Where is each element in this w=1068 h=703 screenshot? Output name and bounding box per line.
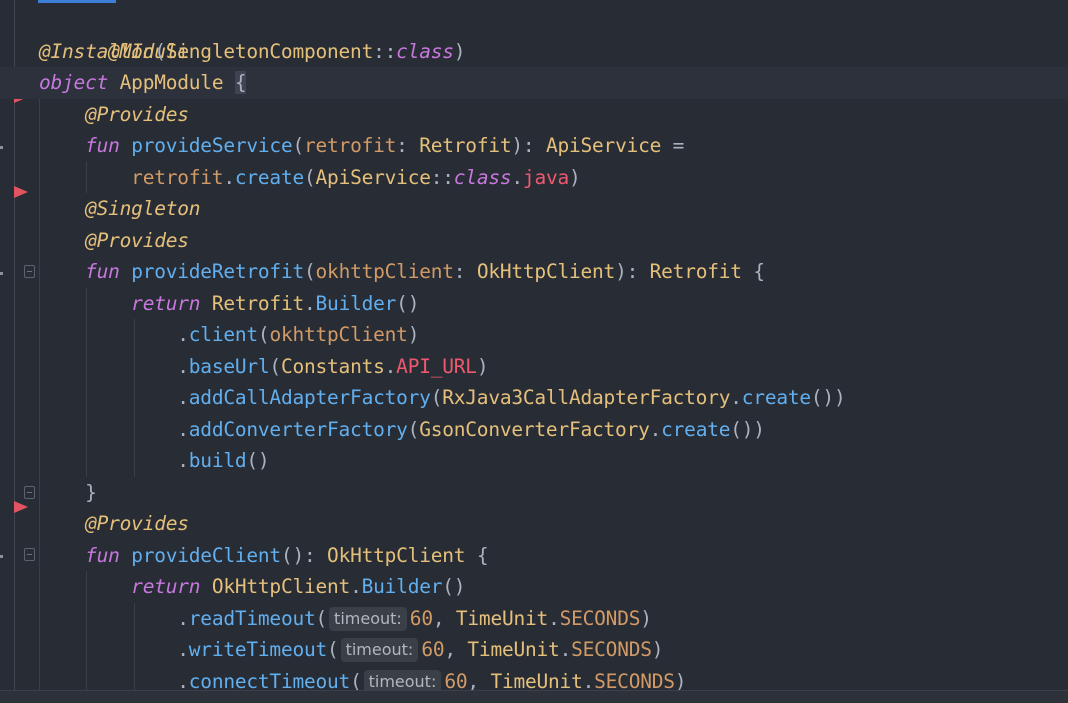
keyword: fun [85,134,120,157]
class-name: OkHttpClient [476,260,616,283]
class-name: AppModule [119,71,224,94]
operator: :: [373,39,397,63]
code-line: return Retrofit.Builder() [39,287,1068,319]
code-line: .readTimeout(timeout: 60, TimeUnit.SECOND… [39,602,1068,634]
code-line: @Provides [39,98,1068,130]
function-name: provideClient [131,543,281,567]
class-name: GsonConverterFactory [419,417,650,441]
function-name: create [234,165,304,189]
function-name: provideRetrofit [131,260,304,283]
class-name: SingletonComponent [165,39,374,63]
horizontal-scrollbar[interactable] [0,690,1068,703]
provider-marker-icon[interactable] [14,186,28,198]
function-name: addCallAdapterFactory [188,386,431,409]
function-name: writeTimeout [188,638,328,661]
code-line: .addCallAdapterFactory(RxJava3CallAdapte… [39,382,1068,414]
gutter-tick [0,555,3,558]
editor-gutter[interactable] [0,0,38,690]
class-name: Retrofit [649,260,742,283]
constant: API_URL [396,354,477,378]
code-line: .build() [39,445,1068,477]
keyword: class [396,39,454,63]
code-line: @Module [39,4,1068,63]
function-name: client [188,323,258,346]
annotation: @Provides [85,512,189,535]
code-line: @Provides [39,224,1068,256]
parameter-hint: timeout: [340,638,419,662]
code-line: .client(okhttpClient) [39,319,1068,351]
annotation: @Singleton [85,197,201,220]
provider-marker-icon[interactable] [14,501,28,513]
number-literal: 60 [421,638,445,661]
keyword: object [39,71,109,94]
annotation: @Provides [85,102,189,126]
function-name: build [188,449,247,472]
keyword: return [131,291,201,315]
gutter-tick [0,146,3,149]
parameter: retrofit [304,134,397,157]
function-name: create [741,386,811,409]
function-name: baseUrl [188,354,270,378]
code-line: return OkHttpClient.Builder() [39,571,1068,603]
fold-end-icon[interactable] [24,486,35,499]
keyword: class [453,165,512,189]
function-name: provideService [131,134,293,157]
code-line: .writeTimeout(timeout: 60, TimeUnit.SECON… [39,634,1068,666]
fold-icon[interactable] [24,265,35,278]
code-line: .addConverterFactory(GsonConverterFactor… [39,413,1068,445]
function-name: addConverterFactory [188,417,408,441]
keyword: return [131,575,201,598]
enum-constant: SECONDS [559,606,641,630]
code-line-current: object AppModule { [0,67,1068,99]
code-line: fun provideClient(): OkHttpClient { [39,539,1068,571]
function-name: create [661,417,731,441]
class-name: RxJava3CallAdapterFactory [442,386,731,409]
keyword: fun [85,260,120,283]
parameter: okhttpClient [315,260,454,283]
class-name: Constants [280,354,385,378]
class-name: ApiService [315,165,431,189]
class-name: OkHttpClient [327,543,466,567]
code-line: @InstallIn(SingletonComponent::class) [39,39,466,63]
keyword: fun [85,543,120,567]
property: java [522,165,570,189]
class-name: TimeUnit [467,638,560,661]
class-name: TimeUnit [455,606,549,630]
parameter: retrofit [131,165,224,189]
code-line: retrofit.create(ApiService::class.java) [39,161,1068,193]
operator: :: [430,165,454,189]
number-literal: 60 [409,606,433,630]
code-line: } [39,476,1068,508]
code-line: .baseUrl(Constants.API_URL) [39,350,1068,382]
code-line: @Singleton [39,193,1068,225]
fold-icon[interactable] [24,548,35,561]
code-area[interactable]: @Module @InstallIn(SingletonComponent::c… [0,4,1068,697]
parameter: okhttpClient [269,323,408,346]
code-line: fun provideService(retrofit: Retrofit): … [39,130,1068,162]
function-name: Builder [361,575,443,598]
code-line: fun provideRetrofit(okhttpClient: OkHttp… [39,256,1068,288]
class-name: ApiService [545,134,662,157]
scroll-position-marker [38,0,116,3]
enum-constant: SECONDS [571,638,652,661]
gutter-tick [0,272,3,275]
class-name: OkHttpClient [211,575,351,598]
function-name: readTimeout [188,606,316,630]
class-name: Retrofit [211,291,304,315]
gutter-separator [14,0,15,690]
annotation: @InstallIn [39,39,155,63]
parameter-hint: timeout: [329,606,407,631]
function-name: Builder [315,291,397,315]
annotation: @Provides [85,228,189,252]
code-line: @Provides [39,508,1068,540]
code-editor[interactable]: @Module @InstallIn(SingletonComponent::c… [0,0,1068,703]
class-name: Retrofit [419,134,512,157]
